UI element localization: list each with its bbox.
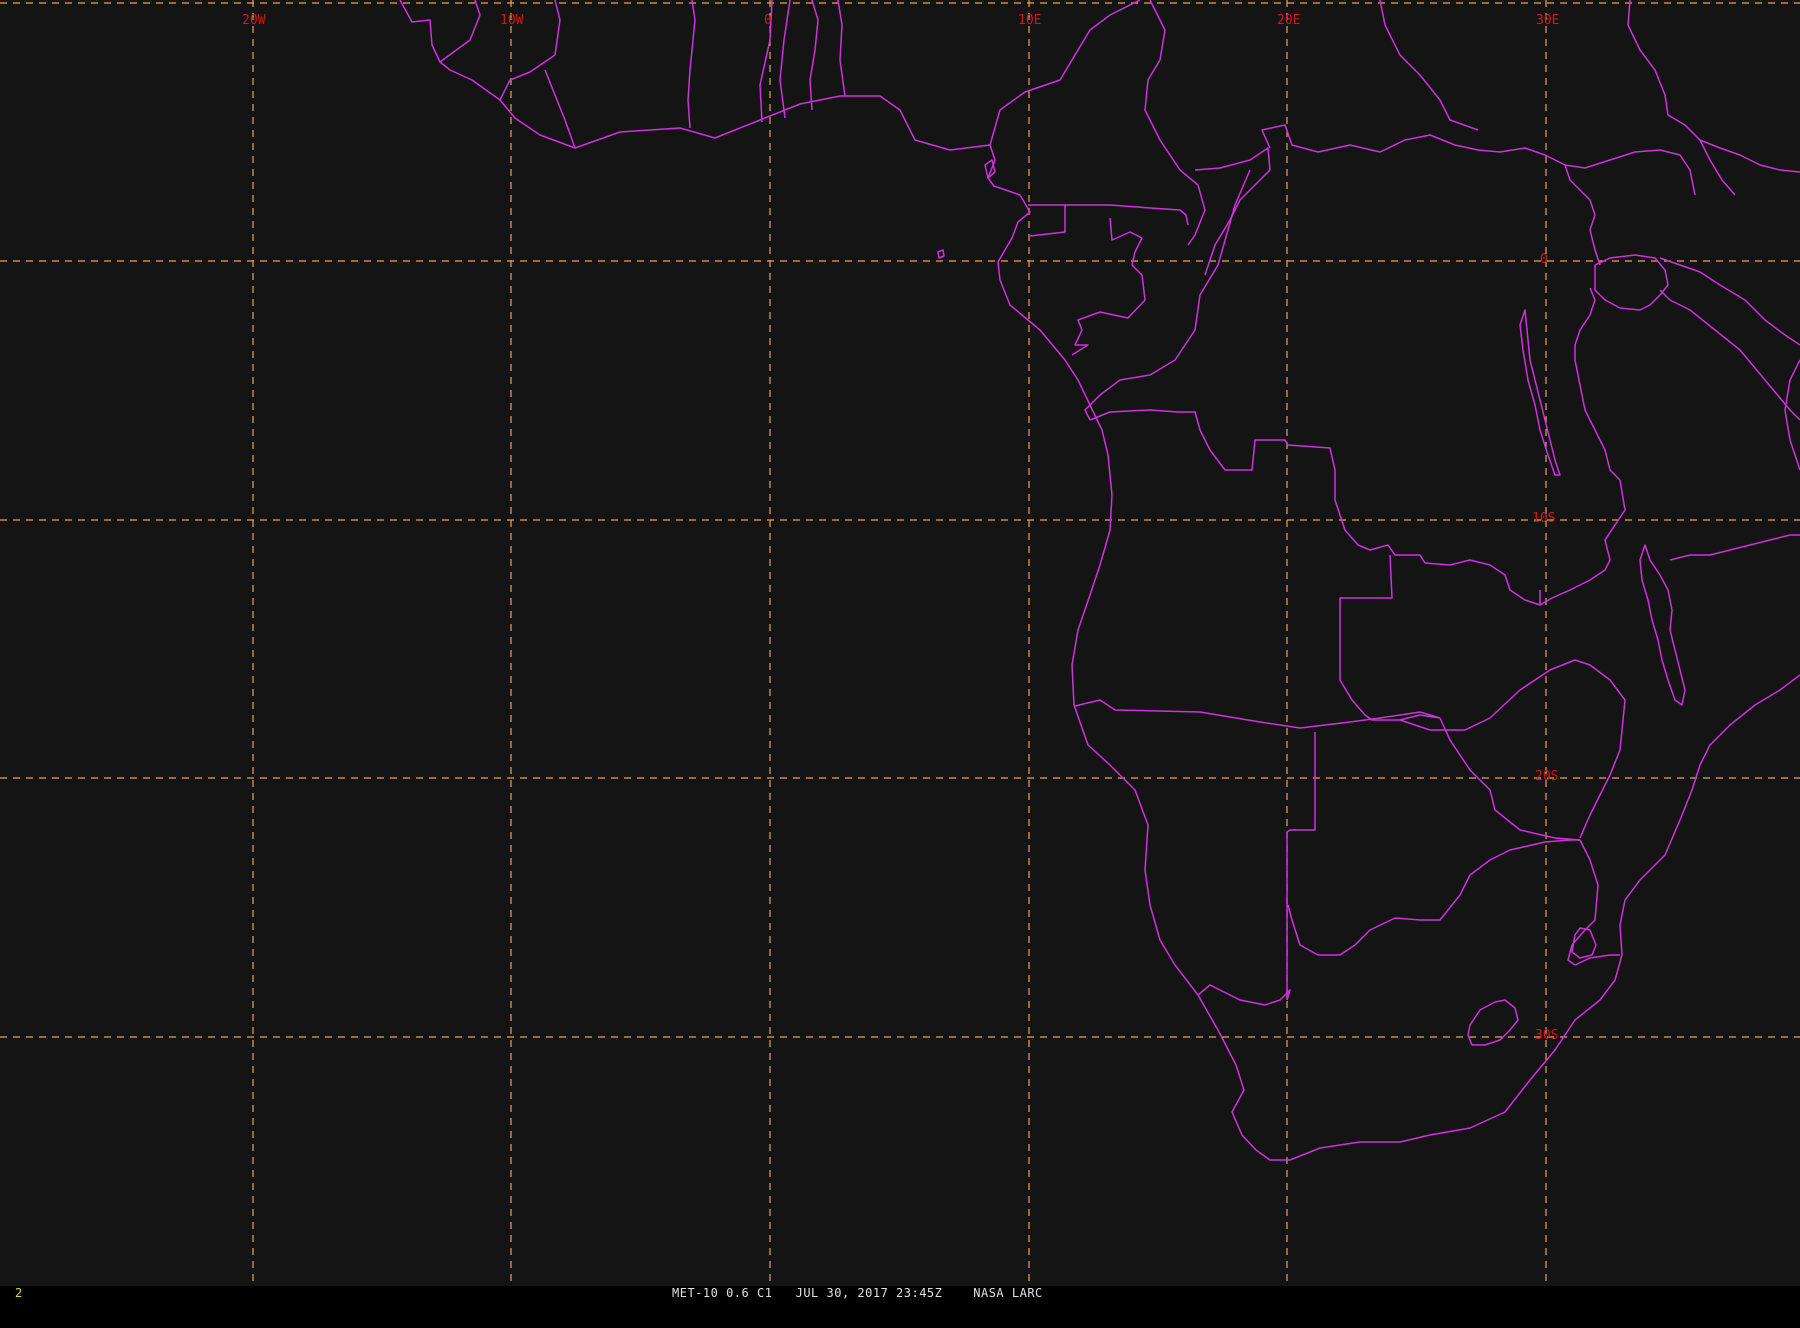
border-zambia-zimbabwe: [1399, 659, 1591, 731]
border-namibia-botswana: [1286, 732, 1316, 1000]
label-20e: 20E: [1277, 13, 1300, 28]
border-togo: [779, 0, 791, 119]
border-eswatini: [1571, 927, 1597, 959]
satellite-map: 20W 10W 0 10E 20E 30E 0 10S 20S 30S: [0, 0, 1800, 1286]
label-30e: 30E: [1536, 13, 1559, 28]
border-guinea: [439, 0, 481, 63]
border-lesotho: [1467, 999, 1519, 1046]
coastline-south-africa: [1289, 674, 1800, 1161]
border-eq-guinea: [1028, 204, 1066, 237]
latitude-grid: [0, 2, 1800, 1038]
longitude-grid: [252, 0, 1547, 1286]
border-botswana-east: [1439, 717, 1581, 841]
border-south-sudan: [1564, 149, 1696, 196]
border-benin: [809, 0, 819, 111]
border-gabon: [1065, 204, 1189, 226]
border-lake-malawi: [1639, 544, 1686, 706]
border-angola-zambia: [1339, 554, 1441, 721]
label-10w: 10W: [500, 13, 524, 28]
border-namibia-south-africa: [1197, 984, 1291, 1006]
label-20w: 20W: [242, 13, 266, 28]
border-mozambique-north: [1669, 534, 1800, 561]
label-10s: 10S: [1532, 511, 1555, 526]
border-nigeria: [837, 0, 846, 97]
coastline-west-africa: [399, 0, 1290, 1161]
border-madagascar-coast: [1784, 359, 1800, 471]
border-sudan: [1379, 0, 1479, 131]
border-zimbabwe-mozambique: [1579, 664, 1626, 839]
label-0-lat: 0: [1540, 252, 1548, 267]
map-graphic: 20W 10W 0 10E 20E 30E 0 10S 20S 30S: [0, 0, 1800, 1286]
border-ethiopia: [1627, 0, 1736, 196]
border-east-africa-2: [1659, 257, 1800, 346]
border-lake-tanganyika: [1519, 309, 1561, 476]
frame-number: 2: [15, 1286, 23, 1300]
country-borders: [399, 0, 1800, 1161]
image-caption: MET-10 0.6 C1 JUL 30, 2017 23:45Z NASA L…: [672, 1286, 1043, 1300]
border-mozambique: [1574, 954, 1620, 966]
border-east-africa-4: [1659, 289, 1800, 421]
border-gabon-congo: [1071, 217, 1146, 356]
label-30s: 30S: [1535, 1028, 1558, 1043]
status-bar: 2 MET-10 0.6 C1 JUL 30, 2017 23:45Z NASA…: [0, 1286, 1800, 1300]
border-east-africa-1: [1564, 164, 1601, 266]
border-angola-north: [1089, 409, 1541, 606]
border-angola-namibia: [1074, 699, 1441, 729]
border-lake-victoria: [1594, 254, 1669, 311]
border-congo-drc: [1084, 169, 1251, 421]
border-zambia-east: [1539, 479, 1626, 606]
border-east-africa-3: [1574, 287, 1621, 481]
label-0-lon: 0: [764, 13, 772, 28]
label-20s: 20S: [1535, 769, 1558, 784]
island-sao-tome: [937, 249, 945, 259]
border-ivory-coast: [544, 69, 576, 149]
grid-labels: 20W 10W 0 10E 20E 30E 0 10S 20S 30S: [242, 13, 1559, 1043]
border-cameroon-nigeria: [989, 0, 1141, 146]
border-botswana-zimbabwe: [1287, 839, 1580, 956]
border-ghana-west: [687, 0, 696, 129]
border-drc-north: [1261, 124, 1566, 166]
label-10e: 10E: [1018, 13, 1041, 28]
